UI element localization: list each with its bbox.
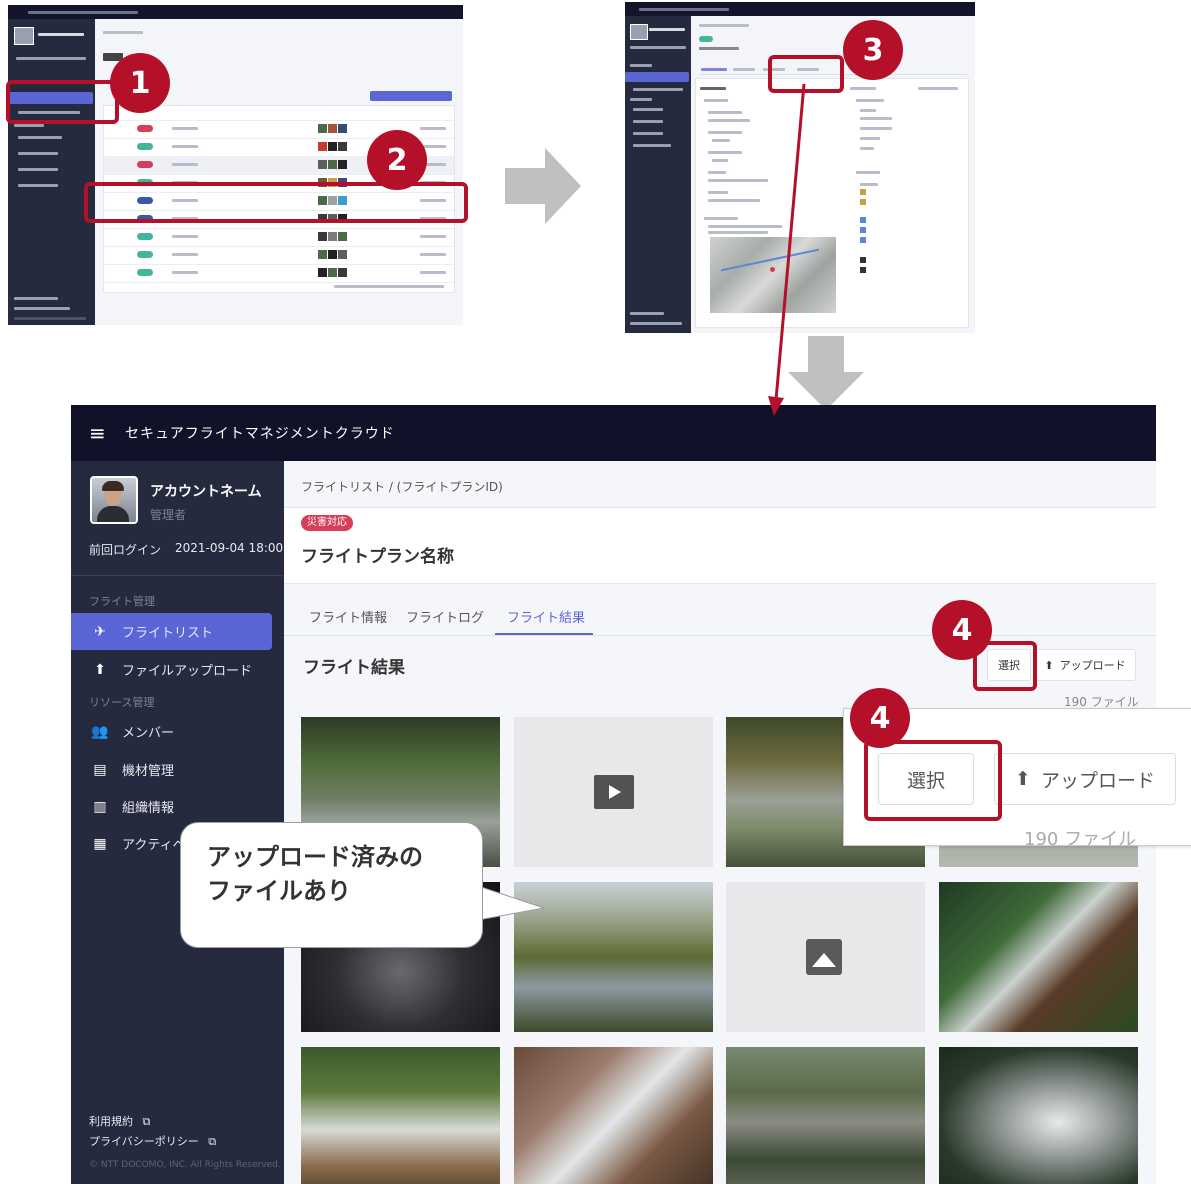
thumb-sidebar <box>8 19 95 325</box>
file-thumbnail[interactable] <box>301 1047 500 1184</box>
file-thumbnail[interactable] <box>514 1047 713 1184</box>
tab-flight-log[interactable]: フライトログ <box>406 607 484 626</box>
app-title: セキュアフライトマネジメントクラウド <box>125 426 395 442</box>
highlight-select-button-zoomed <box>864 740 1002 821</box>
privacy-link[interactable]: プライバシーポリシー ⧉ <box>89 1133 216 1149</box>
sidebar-item-flight-list[interactable]: ✈ フライトリスト <box>71 613 272 650</box>
image-icon <box>806 939 842 975</box>
thumb-avatar <box>630 24 648 40</box>
top-bar: ≡ セキュアフライトマネジメントクラウド <box>71 405 1156 461</box>
file-thumbnail[interactable] <box>726 1047 925 1184</box>
thumb-pagination[interactable] <box>334 285 444 288</box>
copyright: © NTT DOCOMO, INC. All Rights Reserved. <box>89 1160 281 1170</box>
thumb-nav-flightlist[interactable] <box>625 72 689 82</box>
thumb-title-line <box>28 11 138 14</box>
sidebar-divider <box>71 575 284 576</box>
account-role: 管理者 <box>150 508 187 522</box>
file-thumbnail-video[interactable] <box>514 717 713 867</box>
step-badge-4-zoomed: 4 <box>850 688 910 748</box>
sidebar-item-organization[interactable]: ▥ 組織情報 <box>71 788 272 825</box>
file-count-zoomed: 190 ファイル <box>1024 829 1137 846</box>
external-link-icon: ⧉ <box>142 1115 151 1128</box>
section-resource-label: リソース管理 <box>89 696 155 709</box>
tab-flight-info[interactable]: フライト情報 <box>309 607 387 626</box>
upload-icon: ⬆ <box>1044 658 1054 672</box>
hamburger-menu-icon[interactable]: ≡ <box>89 421 111 445</box>
sim-card-icon: ▦ <box>93 835 107 852</box>
sidebar-item-label: 組織情報 <box>122 801 175 816</box>
external-link-icon: ⧉ <box>208 1135 217 1148</box>
callout-text: アップロード済みの ファイルあり <box>207 843 423 905</box>
thumb-new-plan-button[interactable] <box>370 91 452 101</box>
thumb-row[interactable] <box>104 264 454 283</box>
terms-link[interactable]: 利用規約 ⧉ <box>89 1113 150 1129</box>
thumb-info-card <box>695 78 969 328</box>
thumb-row[interactable] <box>104 246 454 265</box>
thumb-row[interactable] <box>104 228 454 247</box>
section-flight-label: フライト管理 <box>89 595 155 608</box>
page-title: フライトプラン名称 <box>301 547 454 567</box>
highlight-flight-row <box>84 182 468 223</box>
section-title: フライト結果 <box>303 658 405 678</box>
highlight-flight-list-nav <box>6 80 119 124</box>
right-arrow-icon <box>505 148 581 224</box>
upload-icon: ⬆ <box>1015 768 1031 790</box>
file-thumbnail[interactable] <box>939 882 1138 1032</box>
sidebar-item-label: ファイルアップロード <box>122 664 253 679</box>
callout-tail <box>478 885 545 921</box>
organization-icon: ▥ <box>93 798 107 815</box>
last-login-label: 前回ログイン <box>89 543 162 557</box>
file-thumbnail[interactable] <box>939 1047 1138 1184</box>
step-badge-3: 3 <box>843 20 903 80</box>
thumb-sidebar <box>625 16 691 333</box>
connector-arrow <box>768 83 806 416</box>
sidebar-item-label: メンバー <box>122 726 175 741</box>
upload-icon: ⬆ <box>94 661 106 678</box>
upload-button[interactable]: ⬆ アップロード <box>1034 649 1136 681</box>
tab-indicator <box>495 633 593 635</box>
clipboard-icon: ▤ <box>93 761 107 778</box>
thumb-avatar <box>14 27 34 45</box>
account-name: アカウントネーム <box>150 484 262 500</box>
status-badge: 災害対応 <box>301 515 353 531</box>
upload-button-zoomed[interactable]: ⬆ アップロード <box>994 753 1176 805</box>
sidebar-item-label: 機材管理 <box>122 764 175 779</box>
last-login-value: 2021-09-04 18:00 <box>175 541 284 555</box>
step-badge-4: 4 <box>932 600 992 660</box>
sidebar-item-label: アクティベ <box>122 838 186 853</box>
airplane-icon: ✈ <box>94 623 106 640</box>
file-thumbnail-image[interactable] <box>726 882 925 1032</box>
sidebar-item-file-upload[interactable]: ⬆ ファイルアップロード <box>71 651 272 688</box>
tab-flight-result[interactable]: フライト結果 <box>507 607 585 626</box>
sidebar-item-label: フライトリスト <box>122 626 214 641</box>
play-icon <box>594 775 634 809</box>
sidebar-item-members[interactable]: 👥 メンバー <box>71 713 272 750</box>
step-badge-2: 2 <box>367 130 427 190</box>
breadcrumb[interactable]: フライトリスト / (フライトプランID) <box>301 478 503 495</box>
step-badge-1: 1 <box>110 53 170 113</box>
tab-bar: フライト情報 フライトログ フライト結果 <box>284 591 1156 636</box>
avatar[interactable] <box>90 476 138 524</box>
sidebar-item-equipment[interactable]: ▤ 機材管理 <box>71 751 272 788</box>
members-icon: 👥 <box>91 723 109 740</box>
plan-header-card: 災害対応 フライトプラン名称 <box>284 507 1156 584</box>
